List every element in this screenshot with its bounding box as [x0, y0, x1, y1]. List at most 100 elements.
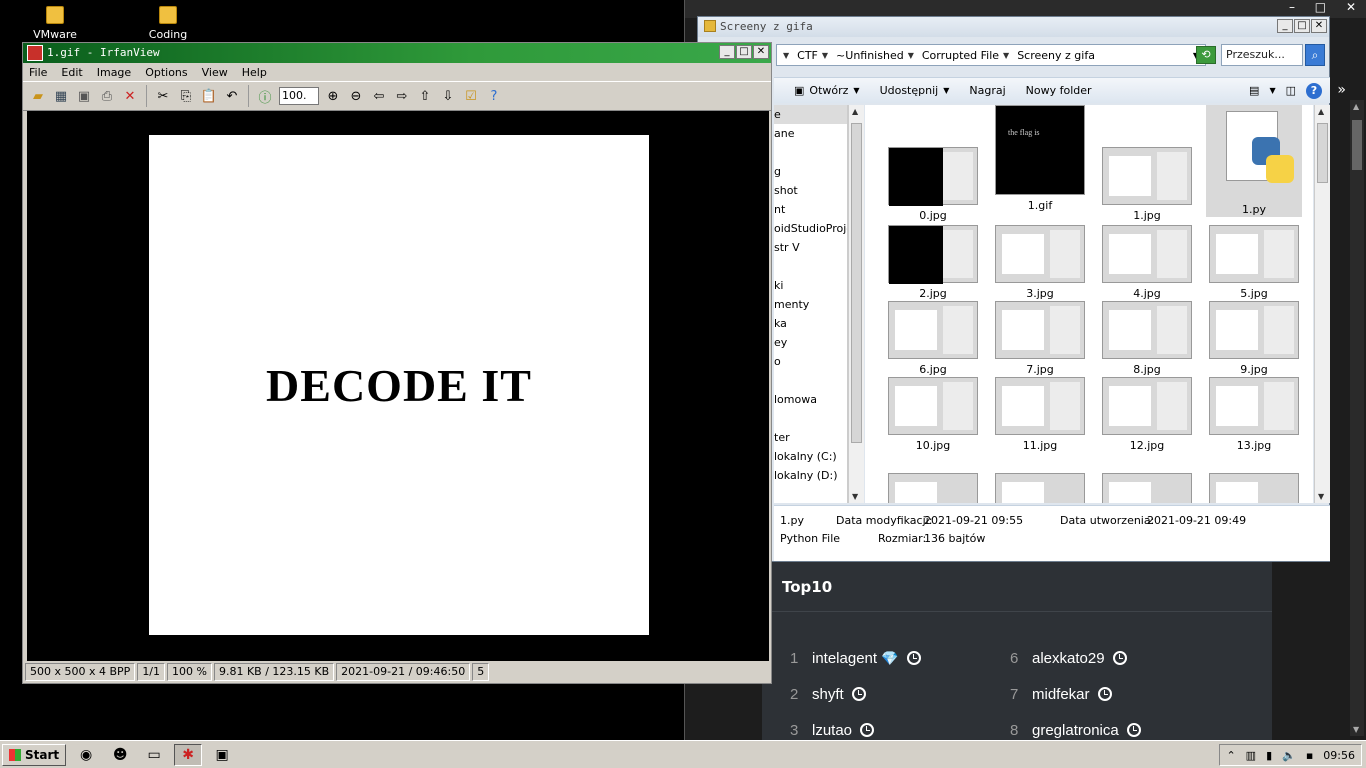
- player-name[interactable]: alexkato29: [1032, 650, 1105, 667]
- nav-item[interactable]: [774, 257, 847, 276]
- nav-item[interactable]: shot: [774, 181, 847, 200]
- player-name[interactable]: lzutao: [812, 722, 852, 739]
- view-icon[interactable]: ▤: [1249, 84, 1259, 97]
- nav-item[interactable]: g: [774, 162, 847, 181]
- files-scrollbar[interactable]: ▲ ▼: [1314, 105, 1330, 503]
- close-button[interactable]: ✕: [1311, 19, 1327, 33]
- next-arrow-icon[interactable]: ⇨: [393, 87, 411, 105]
- browser-scrollbar[interactable]: ▲ ▼: [1350, 100, 1364, 736]
- menu-image[interactable]: Image: [97, 66, 131, 79]
- player-name[interactable]: shyft: [812, 686, 844, 703]
- save-icon[interactable]: ▣: [75, 87, 93, 105]
- address-bar[interactable]: ▼ CTF ▼ ~Unfinished ▼ Corrupted File ▼ Scre…: [776, 44, 1206, 66]
- nav-item[interactable]: ey: [774, 333, 847, 352]
- menu-view[interactable]: View: [202, 66, 228, 79]
- refresh-button[interactable]: ⟲: [1196, 46, 1216, 64]
- paste-icon[interactable]: 📋: [200, 87, 218, 105]
- breadcrumb-segment[interactable]: CTF: [797, 49, 818, 62]
- chevron-right-icon[interactable]: »: [1337, 82, 1346, 98]
- gimp-taskbar-icon[interactable]: ☻: [106, 744, 134, 766]
- scroll-down-icon[interactable]: ▼: [1318, 492, 1324, 501]
- breadcrumb-segment[interactable]: ~Unfinished: [836, 49, 904, 62]
- close-icon[interactable]: ✕: [1346, 0, 1356, 14]
- help-icon[interactable]: ?: [1306, 82, 1322, 99]
- explorer-titlebar[interactable]: Screeny z gifa _ □ ✕: [698, 17, 1329, 37]
- previous-arrow-icon[interactable]: ⇦: [370, 87, 388, 105]
- burn-button[interactable]: Nagraj: [969, 84, 1005, 97]
- file-item[interactable]: 8.jpg: [1099, 301, 1195, 376]
- open-button[interactable]: ▣ Otwórz ▼: [794, 84, 860, 97]
- irfanview-titlebar[interactable]: 1.gif - IrfanView _ □ ✕: [23, 43, 771, 63]
- scroll-up-icon[interactable]: ▲: [1353, 102, 1359, 111]
- chevron-down-icon[interactable]: ▼: [1003, 51, 1009, 60]
- scrollbar-thumb[interactable]: [1352, 120, 1362, 170]
- chevron-down-icon[interactable]: ▼: [908, 51, 914, 60]
- nav-item[interactable]: lomowa: [774, 390, 847, 409]
- nav-item[interactable]: ane: [774, 124, 847, 143]
- explorer-taskbar-icon[interactable]: ▭: [140, 744, 168, 766]
- scrollbar-thumb[interactable]: [1317, 123, 1328, 183]
- maximize-button[interactable]: □: [736, 45, 752, 59]
- file-item[interactable]: [1099, 473, 1195, 503]
- scroll-up-icon[interactable]: ▲: [1318, 107, 1324, 116]
- file-item[interactable]: 1.py: [1206, 105, 1302, 217]
- clock[interactable]: 09:56: [1323, 749, 1355, 762]
- print-icon[interactable]: ⎙: [98, 87, 116, 105]
- breadcrumb-segment[interactable]: Screeny z gifa: [1017, 49, 1095, 62]
- nav-item[interactable]: [774, 409, 847, 428]
- player-name[interactable]: midfekar: [1032, 686, 1090, 703]
- file-item[interactable]: [1206, 473, 1302, 503]
- properties-icon[interactable]: ☑: [462, 87, 480, 105]
- zoom-select[interactable]: 100.: [279, 87, 319, 105]
- breadcrumb-segment[interactable]: Corrupted File: [922, 49, 999, 62]
- scroll-down-icon[interactable]: ▼: [852, 492, 858, 501]
- remote-desktop-taskbar-icon[interactable]: ▣: [208, 744, 236, 766]
- minimize-icon[interactable]: –: [1289, 0, 1295, 14]
- navigation-scrollbar[interactable]: ▲ ▼: [848, 105, 864, 503]
- file-item[interactable]: 12.jpg: [1099, 377, 1195, 452]
- file-item[interactable]: 2.jpg: [885, 225, 981, 300]
- start-button[interactable]: Start: [2, 743, 67, 766]
- file-item[interactable]: 6.jpg: [885, 301, 981, 376]
- menu-help[interactable]: Help: [242, 66, 267, 79]
- file-item[interactable]: the flag is 1.gif: [992, 105, 1088, 212]
- desktop-icon-coding[interactable]: Coding: [113, 4, 223, 41]
- nav-item[interactable]: o: [774, 352, 847, 371]
- up-arrow-icon[interactable]: ⇧: [416, 87, 434, 105]
- file-item[interactable]: [992, 473, 1088, 503]
- file-item[interactable]: 3.jpg: [992, 225, 1088, 300]
- menu-file[interactable]: File: [29, 66, 47, 79]
- file-item[interactable]: [885, 473, 981, 503]
- menu-options[interactable]: Options: [145, 66, 187, 79]
- search-icon[interactable]: ⌕: [1305, 44, 1325, 66]
- player-name[interactable]: greglatronica: [1032, 722, 1119, 739]
- preview-pane-icon[interactable]: ◫: [1286, 84, 1296, 97]
- signal-tray-icon[interactable]: ▮: [1266, 749, 1272, 762]
- nav-item[interactable]: ka: [774, 314, 847, 333]
- nav-item[interactable]: lokalny (D:): [774, 466, 847, 485]
- file-item[interactable]: 7.jpg: [992, 301, 1088, 376]
- menu-edit[interactable]: Edit: [61, 66, 82, 79]
- nav-item[interactable]: ki: [774, 276, 847, 295]
- file-item[interactable]: 0.jpg: [885, 147, 981, 222]
- network-tray-icon[interactable]: ▥: [1246, 749, 1256, 762]
- new-folder-button[interactable]: Nowy folder: [1026, 84, 1092, 97]
- info-icon[interactable]: ⓘ: [256, 87, 274, 106]
- copy-icon[interactable]: ⎘: [177, 87, 195, 105]
- nav-item[interactable]: [774, 143, 847, 162]
- minimize-button[interactable]: _: [719, 45, 735, 59]
- nav-item[interactable]: oidStudioProjec: [774, 219, 847, 238]
- file-item[interactable]: 13.jpg: [1206, 377, 1302, 452]
- maximize-button[interactable]: □: [1294, 19, 1310, 33]
- chevron-down-icon[interactable]: ▼: [822, 51, 828, 60]
- scrollbar-thumb[interactable]: [851, 123, 862, 443]
- help-icon[interactable]: ?: [485, 87, 503, 105]
- search-input[interactable]: Przeszuk...: [1221, 44, 1303, 66]
- tray-icon[interactable]: ▪: [1306, 749, 1313, 762]
- scroll-up-icon[interactable]: ▲: [852, 107, 858, 116]
- undo-icon[interactable]: ↶: [223, 87, 241, 105]
- delete-icon[interactable]: ✕: [121, 87, 139, 105]
- chevron-down-icon[interactable]: ▼: [1269, 86, 1275, 95]
- maximize-icon[interactable]: □: [1315, 0, 1326, 14]
- nav-item[interactable]: nt: [774, 200, 847, 219]
